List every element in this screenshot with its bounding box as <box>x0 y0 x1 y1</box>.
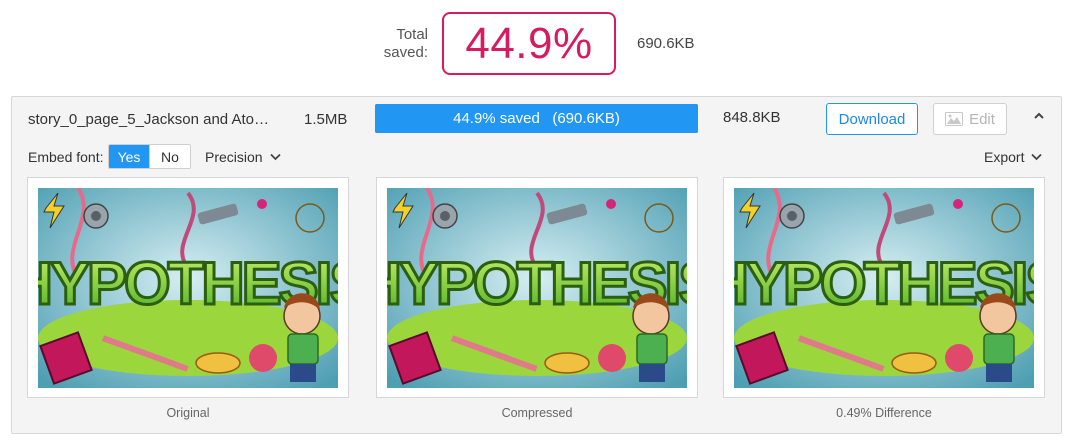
savings-progress-text: 44.9% saved (690.6KB) <box>453 110 620 127</box>
export-dropdown[interactable]: Export <box>984 149 1043 165</box>
embed-font-no[interactable]: No <box>149 145 190 168</box>
chevron-down-icon <box>1031 153 1043 161</box>
chevron-up-icon[interactable] <box>1032 109 1046 123</box>
file-name: story_0_page_5_Jackson and Ato… <box>28 111 270 128</box>
difference-caption: 0.49% Difference <box>836 406 932 420</box>
total-saved-size: 690.6KB <box>637 35 695 52</box>
total-saved-label: Total saved: <box>383 26 428 61</box>
original-preview-image: HYPOTHESIS <box>38 188 338 388</box>
original-caption: Original <box>166 406 210 420</box>
download-button[interactable]: Download <box>826 103 918 135</box>
savings-progress-bar: 44.9% saved (690.6KB) <box>375 104 698 133</box>
difference-preview-card[interactable]: HYPOTHESIS <box>723 177 1045 398</box>
download-button-label: Download <box>838 110 906 128</box>
original-preview-card[interactable]: HYPOTHESIS <box>27 177 349 398</box>
embed-font-toggle: Yes No <box>108 144 191 169</box>
compressed-size: 848.8KB <box>723 109 781 126</box>
edit-button[interactable]: Edit <box>933 103 1007 135</box>
compressed-caption: Compressed <box>501 406 573 420</box>
original-size: 1.5MB <box>304 111 348 128</box>
chevron-down-icon <box>269 153 281 161</box>
precision-label: Precision <box>205 149 263 165</box>
compressed-preview-card[interactable]: HYPOTHESIS <box>376 177 698 398</box>
edit-button-label: Edit <box>969 110 995 128</box>
total-saved-box: 44.9% <box>442 12 616 75</box>
embed-font-label: Embed font: <box>28 149 104 165</box>
difference-preview-image: HYPOTHESIS <box>734 188 1034 388</box>
total-saved-percent: 44.9% <box>465 18 593 68</box>
image-icon <box>945 112 964 126</box>
embed-font-yes[interactable]: Yes <box>109 145 149 168</box>
export-label: Export <box>984 149 1025 165</box>
precision-dropdown[interactable]: Precision <box>205 149 281 165</box>
file-result-panel: story_0_page_5_Jackson and Ato… 1.5MB 44… <box>11 96 1062 434</box>
compressed-preview-image: HYPOTHESIS <box>387 188 687 388</box>
